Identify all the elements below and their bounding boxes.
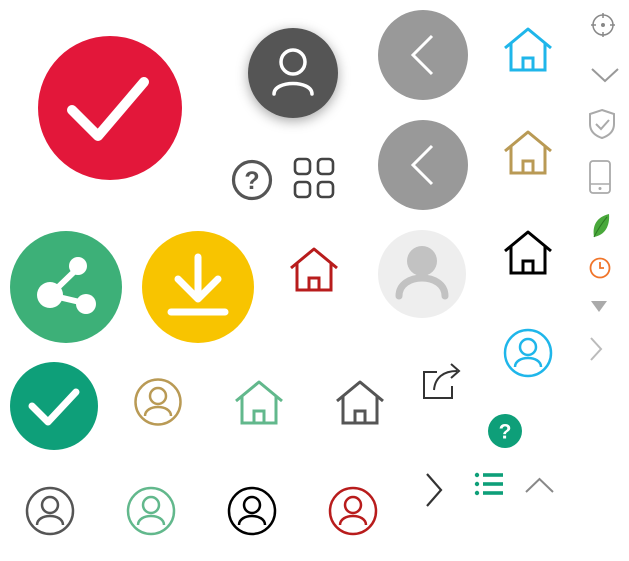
list-icon[interactable] [474,472,504,496]
user-placeholder-icon [378,230,466,318]
user-avatar-button-icon[interactable] [248,28,338,118]
help-circle-icon[interactable]: ? [231,159,273,201]
user-gray-icon[interactable] [25,486,75,536]
home-black-icon[interactable] [502,229,554,275]
grid-icon[interactable] [293,157,335,199]
home-cyan-icon[interactable] [502,26,554,72]
chevron-down-icon[interactable] [590,66,620,84]
user-cyan-icon[interactable] [503,328,553,378]
leaf-icon [591,213,611,239]
back-button-icon[interactable] [378,10,468,100]
chevron-right-light-icon[interactable] [589,336,603,362]
check-circle-teal-icon [10,362,98,450]
share-external-icon[interactable] [421,360,463,400]
home-green-icon[interactable] [233,379,285,425]
user-green-icon[interactable] [126,486,176,536]
home-gold-icon[interactable] [502,129,554,175]
share-button-icon[interactable] [10,231,122,343]
back-button-secondary-icon[interactable] [378,120,468,210]
target-icon[interactable] [591,13,615,37]
clock-icon [589,257,611,279]
home-gray-icon[interactable] [334,379,386,425]
user-black-icon[interactable] [227,486,277,536]
home-red-icon[interactable] [288,246,340,292]
help-circle-symbol: ? [244,167,259,195]
download-button-icon[interactable] [142,231,254,343]
chevron-right-icon[interactable] [424,472,444,508]
phone-icon [589,160,611,194]
shield-check-icon [588,108,616,140]
chevron-up-icon[interactable] [524,476,555,494]
user-red-icon[interactable] [328,486,378,536]
help-badge-symbol: ? [499,421,512,444]
check-circle-red-icon [38,36,182,180]
caret-down-icon [591,301,607,312]
help-badge-icon[interactable]: ? [488,414,522,448]
user-gold-icon[interactable] [134,378,182,426]
